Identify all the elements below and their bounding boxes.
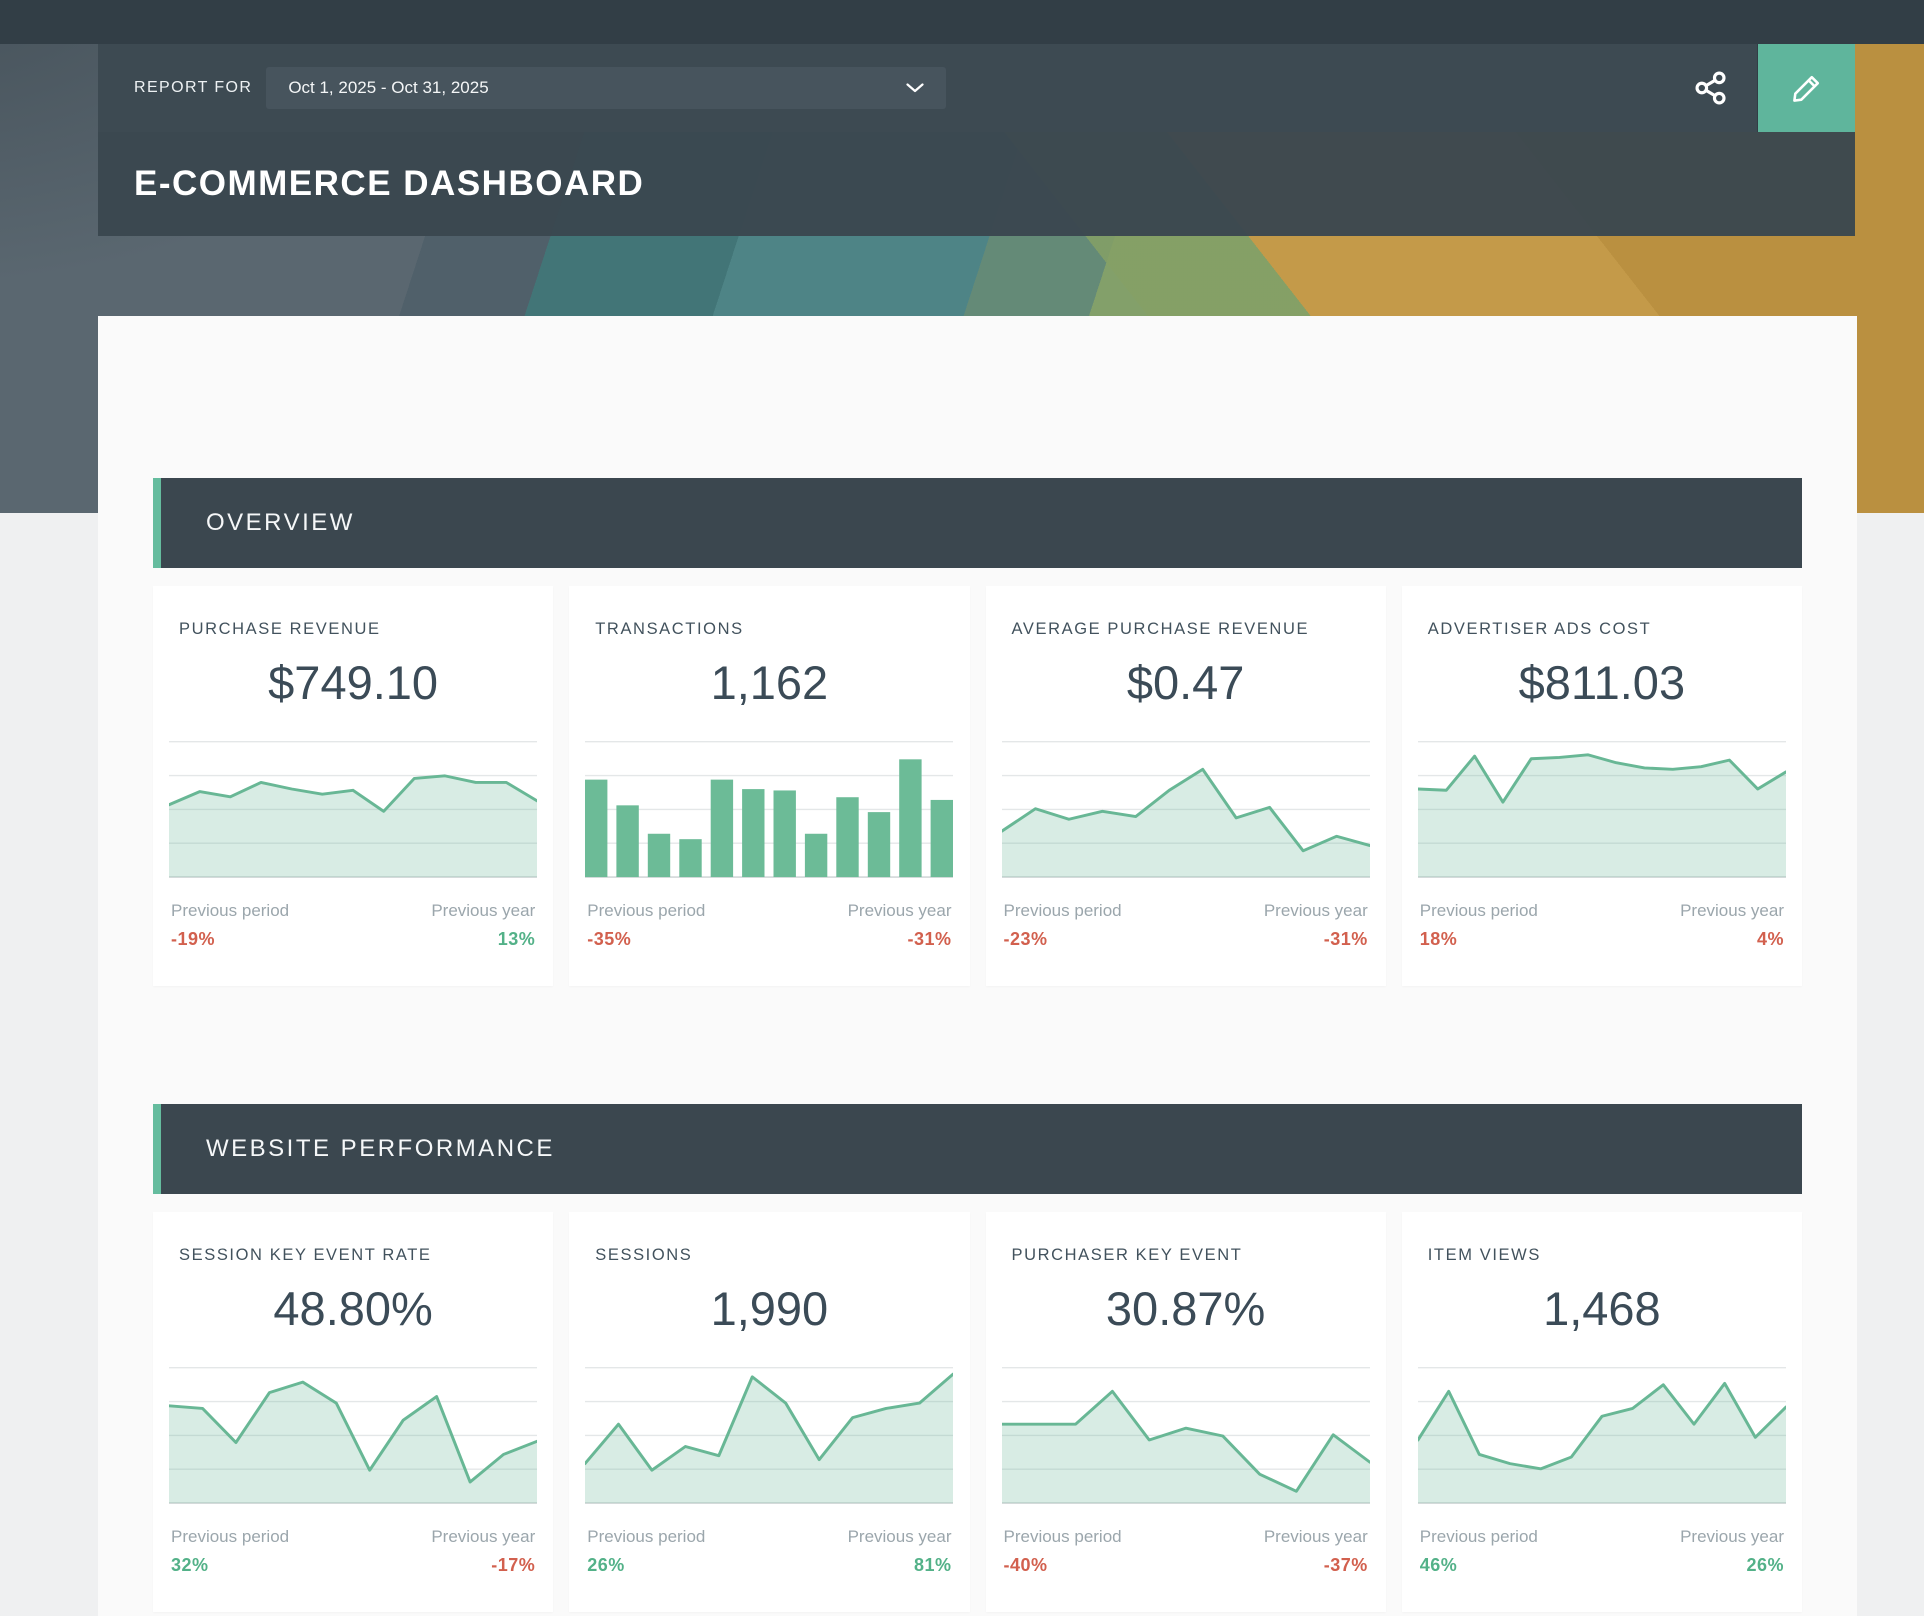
chevron-down-icon: [906, 83, 924, 93]
metric-card-advertiser-ads-cost: ADVERTISER ADS COST $811.03 Previous per…: [1402, 586, 1802, 986]
previous-year-delta: -37%: [1324, 1555, 1368, 1576]
previous-period-delta: 18%: [1420, 929, 1458, 950]
comparison-values: -40% -37%: [1004, 1555, 1368, 1576]
previous-period-label: Previous period: [1420, 1527, 1538, 1547]
metric-label: ITEM VIEWS: [1428, 1246, 1776, 1265]
section-title: OVERVIEW: [206, 509, 355, 537]
comparison-labels: Previous period Previous year: [1420, 1527, 1784, 1547]
sparkline-chart: [169, 1360, 537, 1505]
metric-value: 48.80%: [153, 1281, 553, 1336]
previous-period-label: Previous period: [171, 901, 289, 921]
previous-period-delta: -40%: [1004, 1555, 1048, 1576]
previous-period-delta: 32%: [171, 1555, 209, 1576]
comparison-labels: Previous period Previous year: [1420, 901, 1784, 921]
metric-value: $0.47: [986, 655, 1386, 710]
previous-period-label: Previous period: [1420, 901, 1538, 921]
sparkline-chart: [1418, 734, 1786, 879]
previous-period-delta: -19%: [171, 929, 215, 950]
comparison-values: 18% 4%: [1420, 929, 1784, 950]
metric-value: $749.10: [153, 655, 553, 710]
previous-year-delta: 81%: [914, 1555, 952, 1576]
previous-year-delta: -31%: [1324, 929, 1368, 950]
sparkline-chart: [169, 734, 537, 879]
share-button[interactable]: [1665, 44, 1757, 132]
previous-year-delta: -31%: [907, 929, 951, 950]
comparison-values: -19% 13%: [171, 929, 535, 950]
comparison-labels: Previous period Previous year: [171, 1527, 535, 1547]
metric-label: ADVERTISER ADS COST: [1428, 620, 1776, 639]
comparison-labels: Previous period Previous year: [587, 901, 951, 921]
section-header-overview: OVERVIEW: [153, 478, 1802, 568]
overview-cards: PURCHASE REVENUE $749.10 Previous period…: [153, 586, 1802, 986]
comparison-labels: Previous period Previous year: [1004, 1527, 1368, 1547]
previous-year-label: Previous year: [1264, 1527, 1368, 1547]
metric-card-transactions: TRANSACTIONS 1,162 Previous period Previ…: [569, 586, 969, 986]
report-for-label: REPORT FOR: [134, 79, 252, 97]
comparison-values: -35% -31%: [587, 929, 951, 950]
previous-year-label: Previous year: [1680, 1527, 1784, 1547]
previous-year-label: Previous year: [848, 901, 952, 921]
comparison-labels: Previous period Previous year: [171, 901, 535, 921]
website-performance-cards: SESSION KEY EVENT RATE 48.80% Previous p…: [153, 1212, 1802, 1612]
pencil-icon: [1789, 70, 1825, 106]
edit-button[interactable]: [1757, 44, 1855, 132]
section-header-website-performance: WEBSITE PERFORMANCE: [153, 1104, 1802, 1194]
metric-label: PURCHASE REVENUE: [179, 620, 527, 639]
metric-label: TRANSACTIONS: [595, 620, 943, 639]
previous-year-delta: 26%: [1746, 1555, 1784, 1576]
metric-card-item-views: ITEM VIEWS 1,468 Previous period Previou…: [1402, 1212, 1802, 1612]
previous-year-label: Previous year: [431, 1527, 535, 1547]
sparkline-chart: [1418, 1360, 1786, 1505]
metric-label: AVERAGE PURCHASE REVENUE: [1012, 620, 1360, 639]
previous-period-label: Previous period: [1004, 901, 1122, 921]
sparkline-chart: [1002, 1360, 1370, 1505]
metric-value: 1,990: [569, 1281, 969, 1336]
sparkline-chart: [1002, 734, 1370, 879]
metric-label: SESSION KEY EVENT RATE: [179, 1246, 527, 1265]
date-range-value: Oct 1, 2025 - Oct 31, 2025: [288, 78, 488, 98]
content-panel: OVERVIEW PURCHASE REVENUE $749.10 Previo…: [98, 316, 1857, 1616]
title-bar: E-COMMERCE DASHBOARD: [98, 132, 1855, 236]
report-header: REPORT FOR Oct 1, 2025 - Oct 31, 2025: [98, 44, 1855, 132]
metric-value: 30.87%: [986, 1281, 1386, 1336]
previous-period-delta: 46%: [1420, 1555, 1458, 1576]
previous-year-delta: 4%: [1757, 929, 1784, 950]
previous-year-label: Previous year: [1680, 901, 1784, 921]
metric-value: 1,162: [569, 655, 969, 710]
previous-year-label: Previous year: [1264, 901, 1368, 921]
top-strip: [0, 0, 1924, 44]
comparison-values: 46% 26%: [1420, 1555, 1784, 1576]
comparison-labels: Previous period Previous year: [1004, 901, 1368, 921]
previous-period-label: Previous period: [171, 1527, 289, 1547]
page-title: E-COMMERCE DASHBOARD: [134, 164, 644, 204]
previous-period-delta: 26%: [587, 1555, 625, 1576]
metric-card-average-purchase-revenue: AVERAGE PURCHASE REVENUE $0.47 Previous …: [986, 586, 1386, 986]
sparkline-chart: [585, 734, 953, 879]
comparison-values: 32% -17%: [171, 1555, 535, 1576]
metric-card-sessions: SESSIONS 1,990 Previous period Previous …: [569, 1212, 969, 1612]
sparkline-chart: [585, 1360, 953, 1505]
previous-period-delta: -35%: [587, 929, 631, 950]
previous-period-label: Previous period: [587, 1527, 705, 1547]
metric-label: PURCHASER KEY EVENT: [1012, 1246, 1360, 1265]
previous-period-delta: -23%: [1004, 929, 1048, 950]
metric-value: 1,468: [1402, 1281, 1802, 1336]
metric-card-purchase-revenue: PURCHASE REVENUE $749.10 Previous period…: [153, 586, 553, 986]
section-title: WEBSITE PERFORMANCE: [206, 1135, 555, 1163]
previous-period-label: Previous period: [1004, 1527, 1122, 1547]
comparison-labels: Previous period Previous year: [587, 1527, 951, 1547]
previous-year-delta: -17%: [491, 1555, 535, 1576]
share-icon: [1692, 69, 1730, 107]
metric-card-purchaser-key-event: PURCHASER KEY EVENT 30.87% Previous peri…: [986, 1212, 1386, 1612]
metric-value: $811.03: [1402, 655, 1802, 710]
comparison-values: -23% -31%: [1004, 929, 1368, 950]
previous-period-label: Previous period: [587, 901, 705, 921]
date-range-dropdown[interactable]: Oct 1, 2025 - Oct 31, 2025: [266, 67, 946, 109]
previous-year-label: Previous year: [848, 1527, 952, 1547]
previous-year-delta: 13%: [498, 929, 536, 950]
comparison-values: 26% 81%: [587, 1555, 951, 1576]
previous-year-label: Previous year: [431, 901, 535, 921]
metric-label: SESSIONS: [595, 1246, 943, 1265]
metric-card-session-key-event-rate: SESSION KEY EVENT RATE 48.80% Previous p…: [153, 1212, 553, 1612]
